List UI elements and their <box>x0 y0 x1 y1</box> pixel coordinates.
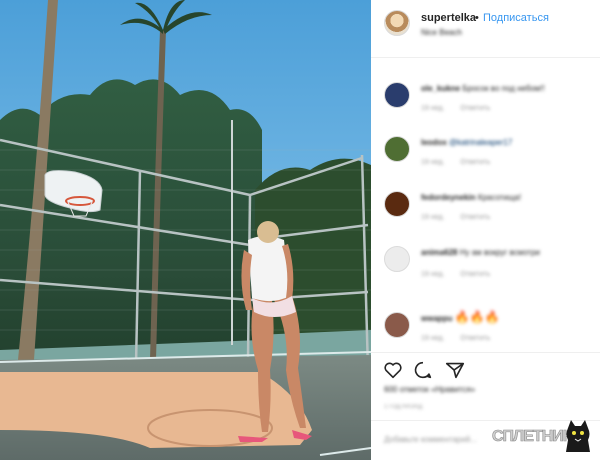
reply-link[interactable]: Ответить <box>460 159 490 166</box>
reply-link[interactable]: Ответить <box>460 271 490 278</box>
comment-icon[interactable] <box>412 359 434 381</box>
post-header: supertelka • Подписаться Nice Beach <box>371 0 600 58</box>
commenter-avatar[interactable] <box>384 191 410 217</box>
commenter-username[interactable]: anima628 <box>421 248 457 257</box>
commenter-avatar[interactable] <box>384 246 410 272</box>
watermark-text: СПЛЕТНИК <box>492 428 573 446</box>
photo-scene <box>0 0 371 460</box>
comment-text: 🔥🔥🔥 <box>454 310 500 324</box>
commenter-avatar[interactable] <box>384 82 410 108</box>
likes-count[interactable]: 600 отметок «Нравится» <box>384 385 475 394</box>
comment-text-line: leodox @katrinaleaper17 <box>421 138 591 147</box>
commenter-username[interactable]: fedordeynekin <box>421 193 476 202</box>
reply-link[interactable]: Ответить <box>460 214 490 221</box>
cat-logo-icon <box>566 420 590 452</box>
comment-item: anima628 Ну ам вокруг всмотри 19 нед. От… <box>371 232 600 280</box>
reply-link[interactable]: Ответить <box>460 335 490 342</box>
comment-time: 19 нед. <box>421 214 445 221</box>
comment-text: Ну ам вокруг всмотри <box>459 248 540 257</box>
post-time: 1 ГОД НАЗАД <box>384 404 423 410</box>
comment-item: ole_kukne Бросок во под небом!! 19 нед. … <box>371 68 600 116</box>
comments-list: ole_kukne Бросок во под небом!! 19 нед. … <box>371 58 600 348</box>
comment-meta: 19 нед. Ответить <box>421 335 504 342</box>
reply-link[interactable]: Ответить <box>460 105 490 112</box>
post-photo[interactable] <box>0 0 371 460</box>
commenter-avatar[interactable] <box>384 312 410 338</box>
share-icon[interactable] <box>444 359 466 381</box>
comment-text: Бросок во под небом!! <box>462 84 545 93</box>
post-location[interactable]: Nice Beach <box>421 28 462 37</box>
comment-text-line: ole_kukne Бросок во под небом!! <box>421 84 591 93</box>
comment-time: 19 нед. <box>421 335 445 342</box>
comment-item: fedordeynekin Красотища! 19 нед. Ответит… <box>371 177 600 225</box>
comment-item: wwappu 🔥🔥🔥 19 нед. Ответить <box>371 298 600 346</box>
comment-time: 19 нед. <box>421 159 445 166</box>
header-separator: • <box>475 12 479 24</box>
comment-text: Красотища! <box>477 193 522 202</box>
author-username[interactable]: supertelka <box>421 12 476 24</box>
post-sidebar: supertelka • Подписаться Nice Beach ole_… <box>371 0 600 460</box>
comment-meta: 19 нед. Ответить <box>421 105 504 112</box>
comment-meta: 19 нед. Ответить <box>421 271 504 278</box>
site-watermark: СПЛЕТНИК <box>492 420 596 454</box>
commenter-username[interactable]: ole_kukne <box>421 84 460 93</box>
commenter-avatar[interactable] <box>384 136 410 162</box>
comment-meta: 19 нед. Ответить <box>421 214 504 221</box>
comment-text-line: fedordeynekin Красотища! <box>421 193 591 202</box>
commenter-username[interactable]: wwappu <box>421 314 453 323</box>
comment-text-line: anima628 Ну ам вокруг всмотри <box>421 248 591 257</box>
heart-icon[interactable] <box>382 359 404 381</box>
comment-time: 19 нед. <box>421 105 445 112</box>
follow-button[interactable]: Подписаться <box>483 12 549 24</box>
add-comment-placeholder: Добавьте комментарий... <box>384 435 477 444</box>
comment-text-line: wwappu 🔥🔥🔥 <box>421 310 591 324</box>
author-avatar[interactable] <box>384 10 410 36</box>
post-actions <box>371 352 600 382</box>
commenter-username[interactable]: leodox <box>421 138 447 147</box>
comment-time: 19 нед. <box>421 271 445 278</box>
comment-meta: 19 нед. Ответить <box>421 159 504 166</box>
comment-item: leodox @katrinaleaper17 19 нед. Ответить <box>371 122 600 170</box>
comment-text[interactable]: @katrinaleaper17 <box>449 138 512 147</box>
